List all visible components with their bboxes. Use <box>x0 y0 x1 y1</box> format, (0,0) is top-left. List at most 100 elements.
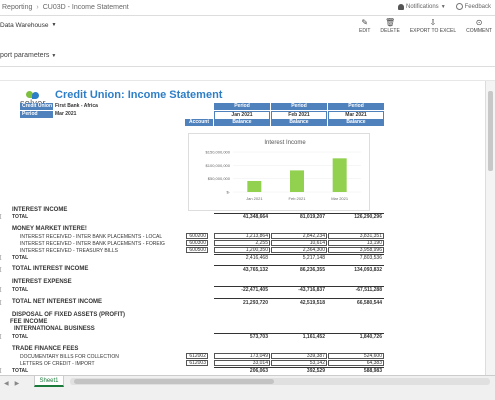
section-fee-income: FEE INCOME <box>10 319 48 325</box>
scrollbar-thumb[interactable] <box>74 379 274 384</box>
interest-income-chart[interactable]: Interest Income $150,000,000 $100,000,000… <box>188 133 370 211</box>
total-net-interest-income-label: TOTAL NET INTEREST INCOME <box>12 299 103 305</box>
export-label: EXPORT TO EXCEL <box>409 28 457 34</box>
comment-icon: ⊙ <box>475 17 483 27</box>
section-disposal: DISPOSAL OF FIXED ASSETS (PROFIT) <box>12 312 126 318</box>
chart-x-tick-label: Mar 2021 <box>331 196 349 201</box>
chart-x-tick-label: Jan 2021 <box>246 196 263 201</box>
column-header-period: Period <box>271 103 327 110</box>
total-interest-income-mar: 134,093,832 <box>354 267 382 273</box>
group-marker[interactable]: [ <box>0 368 4 374</box>
edit-label: EDIT <box>358 28 371 34</box>
chart-bar[interactable] <box>332 158 347 192</box>
amount-cell[interactable]: 13,190 <box>328 240 384 246</box>
edit-button[interactable]: ✎ EDIT <box>358 18 371 35</box>
account-code[interactable]: 600500 <box>186 247 208 253</box>
chevron-down-icon: ▼ <box>440 3 446 10</box>
amount-cell[interactable]: 64,383 <box>328 360 384 366</box>
interest-expense-total-mar: -67,511,288 <box>355 287 382 293</box>
amount-cell[interactable]: 173,049 <box>214 353 270 359</box>
chevron-down-icon: ▼ <box>51 22 57 28</box>
comment-button[interactable]: ⊙ COMMENT <box>466 17 492 35</box>
trash-icon: 🗑 <box>385 17 396 27</box>
credit-union-value[interactable]: First Bank - Africa <box>55 103 135 110</box>
notifications-button[interactable]: Notifications ▼ <box>398 3 446 10</box>
account-header: Account <box>185 119 213 126</box>
amount-cell[interactable]: 1,200,350 <box>214 247 270 253</box>
group-marker[interactable]: [ <box>0 300 4 306</box>
total-interest-income-jan: 43,765,132 <box>242 267 268 273</box>
breadcrumb-separator: › <box>36 4 39 11</box>
report-parameters-toggle[interactable]: port parameters ▼ <box>0 52 56 59</box>
horizontal-scrollbar[interactable] <box>70 378 490 385</box>
money-market-total-mar: 7,803,536 <box>359 255 382 261</box>
total-label: TOTAL <box>12 334 29 340</box>
interest-income-total-feb: 81,019,207 <box>299 214 325 220</box>
period-label: Period <box>20 111 53 118</box>
amount-cell[interactable]: 3,958,996 <box>328 247 384 253</box>
group-marker[interactable]: [ <box>0 334 4 340</box>
prev-sheet-icon[interactable]: ◀ <box>4 380 9 387</box>
net-interest-income-mar: 66,580,544 <box>356 300 382 306</box>
amount-cell[interactable]: 339,387 <box>271 353 327 359</box>
data-source-selector[interactable]: Data Warehouse ▼ <box>0 22 57 29</box>
account-code[interactable]: 612003 <box>186 360 208 366</box>
international-business-total-mar: 1,840,726 <box>359 334 382 340</box>
sheet-tab-bar: ◀ ▶ Sheet1 <box>0 375 495 400</box>
top-actions: Notifications ▼ Feedback <box>398 3 491 10</box>
amount-cell[interactable]: 53,142 <box>271 360 327 366</box>
amount-cell[interactable]: 2,364,300 <box>271 247 327 253</box>
total-interest-income-label: TOTAL INTEREST INCOME <box>12 266 89 272</box>
sheet-tab[interactable]: Sheet1 <box>34 376 64 387</box>
scrollbar-thumb[interactable] <box>488 91 493 171</box>
export-to-excel-button[interactable]: ⇩ EXPORT TO EXCEL <box>409 17 457 35</box>
account-code[interactable]: 600200 <box>186 233 208 239</box>
account-row-label: INTEREST RECEIVED - INTER BANK PLACEMENT… <box>20 241 165 247</box>
chart-bars <box>247 158 347 192</box>
amount-cell[interactable]: 3,831,351 <box>328 233 384 239</box>
amount-cell[interactable]: 2,255 <box>214 240 270 246</box>
breadcrumb-page: CU03D - Income Statement <box>42 4 129 11</box>
feedback-button[interactable]: Feedback <box>455 3 491 10</box>
account-row-label: INTEREST RECEIVED - TREASURY BILLS <box>20 248 118 254</box>
money-market-total-feb: 5,217,148 <box>302 255 325 261</box>
interest-income-total-jan: 41,348,664 <box>242 214 268 220</box>
net-interest-income-jan: 21,293,720 <box>242 300 268 306</box>
total-rule <box>214 298 384 299</box>
next-sheet-icon[interactable]: ▶ <box>15 380 20 387</box>
trade-finance-total-jan: 206,063 <box>249 368 268 374</box>
interest-expense-total-jan: -22,471,405 <box>241 287 268 293</box>
section-trade-finance-fees: TRADE FINANCE FEES <box>12 346 79 352</box>
group-marker[interactable]: [ <box>0 214 4 220</box>
report-sheet[interactable]: solver Credit Union: Income Statement Cr… <box>0 81 485 375</box>
group-marker[interactable]: [ <box>0 255 4 261</box>
export-icon: ⇩ <box>429 17 437 27</box>
amount-cell[interactable]: 524,600 <box>328 353 384 359</box>
group-marker[interactable]: [ <box>0 267 4 273</box>
group-marker[interactable]: [ <box>0 287 4 293</box>
credit-union-label: Credit Union <box>20 103 53 110</box>
account-row-label: INTEREST RECEIVED - INTER BANK PLACEMENT… <box>20 234 163 240</box>
amount-cell[interactable]: 33,014 <box>214 360 270 366</box>
chart-canvas: Interest Income $150,000,000 $100,000,000… <box>206 140 361 201</box>
period-value[interactable]: Mar 2021 <box>55 111 135 118</box>
delete-button[interactable]: 🗑 DELETE <box>380 17 399 35</box>
account-code[interactable]: 600300 <box>186 240 208 246</box>
chart-bar[interactable] <box>247 180 262 192</box>
chart-y-tick-label: $50,000,000 <box>208 176 231 181</box>
breadcrumb-root[interactable]: Reporting <box>2 4 32 11</box>
amount-cell[interactable]: 2,842,234 <box>271 233 327 239</box>
vertical-scrollbar[interactable] <box>485 81 495 375</box>
balance-header: Balance <box>328 119 384 126</box>
account-row-label: DOCUMENTARY BILLS FOR COLLECTION <box>20 354 119 360</box>
amount-cell[interactable]: 10,614 <box>271 240 327 246</box>
account-row-label: LETTERS OF CREDIT - IMPORT <box>20 361 95 367</box>
chart-bar[interactable] <box>290 170 304 192</box>
report-title: Credit Union: Income Statement <box>55 89 223 101</box>
column-header-period: Period <box>328 103 384 110</box>
international-business-total-jan: 573,703 <box>249 334 268 340</box>
feedback-label: Feedback <box>464 3 491 10</box>
amount-cell[interactable]: 1,213,864 <box>214 233 270 239</box>
bell-icon <box>398 3 404 10</box>
account-code[interactable]: 612002 <box>186 353 208 359</box>
